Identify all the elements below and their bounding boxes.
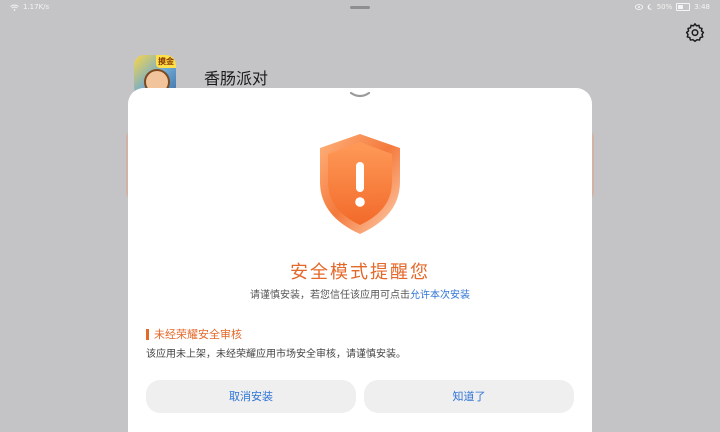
status-left: 1.17K/s xyxy=(10,3,49,11)
warning-text: 该应用未上架，未经荣耀应用市场安全审核，请谨慎安装。 xyxy=(146,349,406,360)
top-handle[interactable] xyxy=(350,6,370,9)
battery-icon xyxy=(676,3,691,11)
app-icon-badge: 摸金 xyxy=(156,55,176,68)
moon-icon xyxy=(647,4,653,10)
warning-bar xyxy=(146,328,149,340)
warning-heading: 未经荣耀安全审核 xyxy=(146,326,242,342)
app-name: 香肠派对 xyxy=(204,69,269,88)
dialog-title: 安全模式提醒您 xyxy=(290,262,430,283)
status-right: 50% 3:48 xyxy=(634,3,710,11)
network-speed: 1.17K/s xyxy=(23,3,50,11)
battery-percent: 50% xyxy=(656,3,673,11)
allow-install-link[interactable]: 允许本次安装 xyxy=(410,290,470,301)
subtitle-text: 请谨慎安装，若您信任该应用可点击 xyxy=(250,290,410,301)
eye-icon xyxy=(634,4,643,10)
wifi-icon xyxy=(10,4,19,11)
warning-heading-text: 未经荣耀安全审核 xyxy=(154,328,242,341)
shield-warning-icon xyxy=(320,134,400,234)
chevron-down-icon[interactable] xyxy=(348,90,372,102)
clock: 3:48 xyxy=(694,3,710,11)
settings-icon[interactable] xyxy=(684,22,706,44)
status-bar: 1.17K/s 50% 3:48 xyxy=(0,0,720,16)
ok-button[interactable]: 知道了 xyxy=(364,380,574,413)
dialog-subtitle: 请谨慎安装，若您信任该应用可点击允许本次安装 xyxy=(128,286,592,301)
security-dialog: 安全模式提醒您 请谨慎安装，若您信任该应用可点击允许本次安装 未经荣耀安全审核 … xyxy=(128,88,592,432)
cancel-install-button[interactable]: 取消安装 xyxy=(146,380,356,413)
